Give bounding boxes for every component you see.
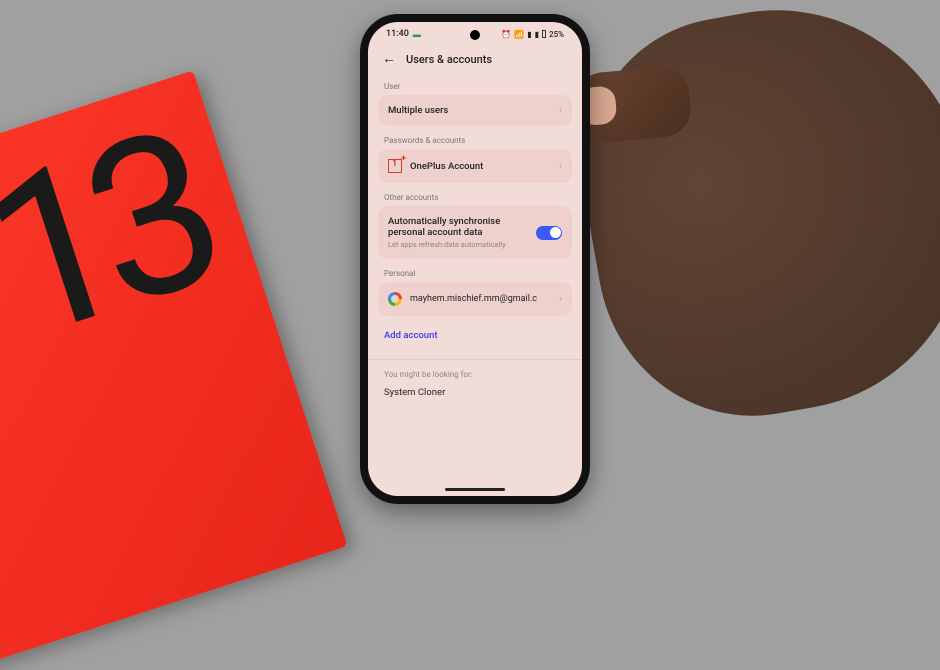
oneplus-icon xyxy=(388,159,402,173)
chevron-right-icon: › xyxy=(559,161,562,172)
signal2-icon: ▮ xyxy=(535,30,539,39)
wifi-icon: 📶 xyxy=(514,30,524,39)
section-passwords-label: Passwords & accounts xyxy=(378,130,572,149)
product-box: 13 xyxy=(0,70,347,669)
battery-icon xyxy=(542,30,546,38)
box-number: 13 xyxy=(0,121,222,352)
home-indicator[interactable] xyxy=(445,488,505,491)
suggestions-section: You might be looking for: System Cloner xyxy=(368,359,582,438)
page-title: Users & accounts xyxy=(406,53,492,66)
section-user-label: User xyxy=(378,76,572,95)
system-cloner-link[interactable]: System Cloner xyxy=(384,387,566,398)
google-icon xyxy=(388,292,402,306)
account-email: mayhem.mischief.mm@gmail.c xyxy=(410,294,551,304)
google-account-row[interactable]: mayhem.mischief.mm@gmail.c › xyxy=(378,282,572,316)
phone-screen: 11:40 ▬ ⏰ 📶 ▮ ▮ 25% ← Users & accounts U… xyxy=(368,22,582,496)
auto-sync-row[interactable]: Automatically synchronise personal accou… xyxy=(378,206,572,259)
page-header: ← Users & accounts xyxy=(378,46,572,76)
add-account-button[interactable]: Add account xyxy=(378,320,572,353)
multiple-users-label: Multiple users xyxy=(388,105,448,116)
auto-sync-toggle[interactable] xyxy=(536,226,562,240)
auto-sync-sub: Let apps refresh data automatically xyxy=(388,240,530,249)
hand xyxy=(558,0,940,440)
phone-frame: 11:40 ▬ ⏰ 📶 ▮ ▮ 25% ← Users & accounts U… xyxy=(360,14,590,504)
alarm-icon: ⏰ xyxy=(501,30,511,39)
chevron-right-icon: › xyxy=(559,294,562,305)
suggestions-label: You might be looking for: xyxy=(384,370,566,379)
section-personal-label: Personal xyxy=(378,263,572,282)
multiple-users-row[interactable]: Multiple users › xyxy=(378,95,572,126)
auto-sync-title: Automatically synchronise personal accou… xyxy=(388,216,530,238)
oneplus-account-label: OnePlus Account xyxy=(410,161,483,172)
oneplus-account-row[interactable]: OnePlus Account › xyxy=(378,149,572,183)
battery-percent: 25% xyxy=(549,30,564,39)
section-other-label: Other accounts xyxy=(378,187,572,206)
signal-icon: ▮ xyxy=(527,30,531,39)
chevron-right-icon: › xyxy=(559,105,562,116)
back-icon[interactable]: ← xyxy=(382,52,396,66)
camera-hole xyxy=(470,30,480,40)
status-time: 11:40 xyxy=(386,29,409,39)
message-icon: ▬ xyxy=(413,30,421,39)
